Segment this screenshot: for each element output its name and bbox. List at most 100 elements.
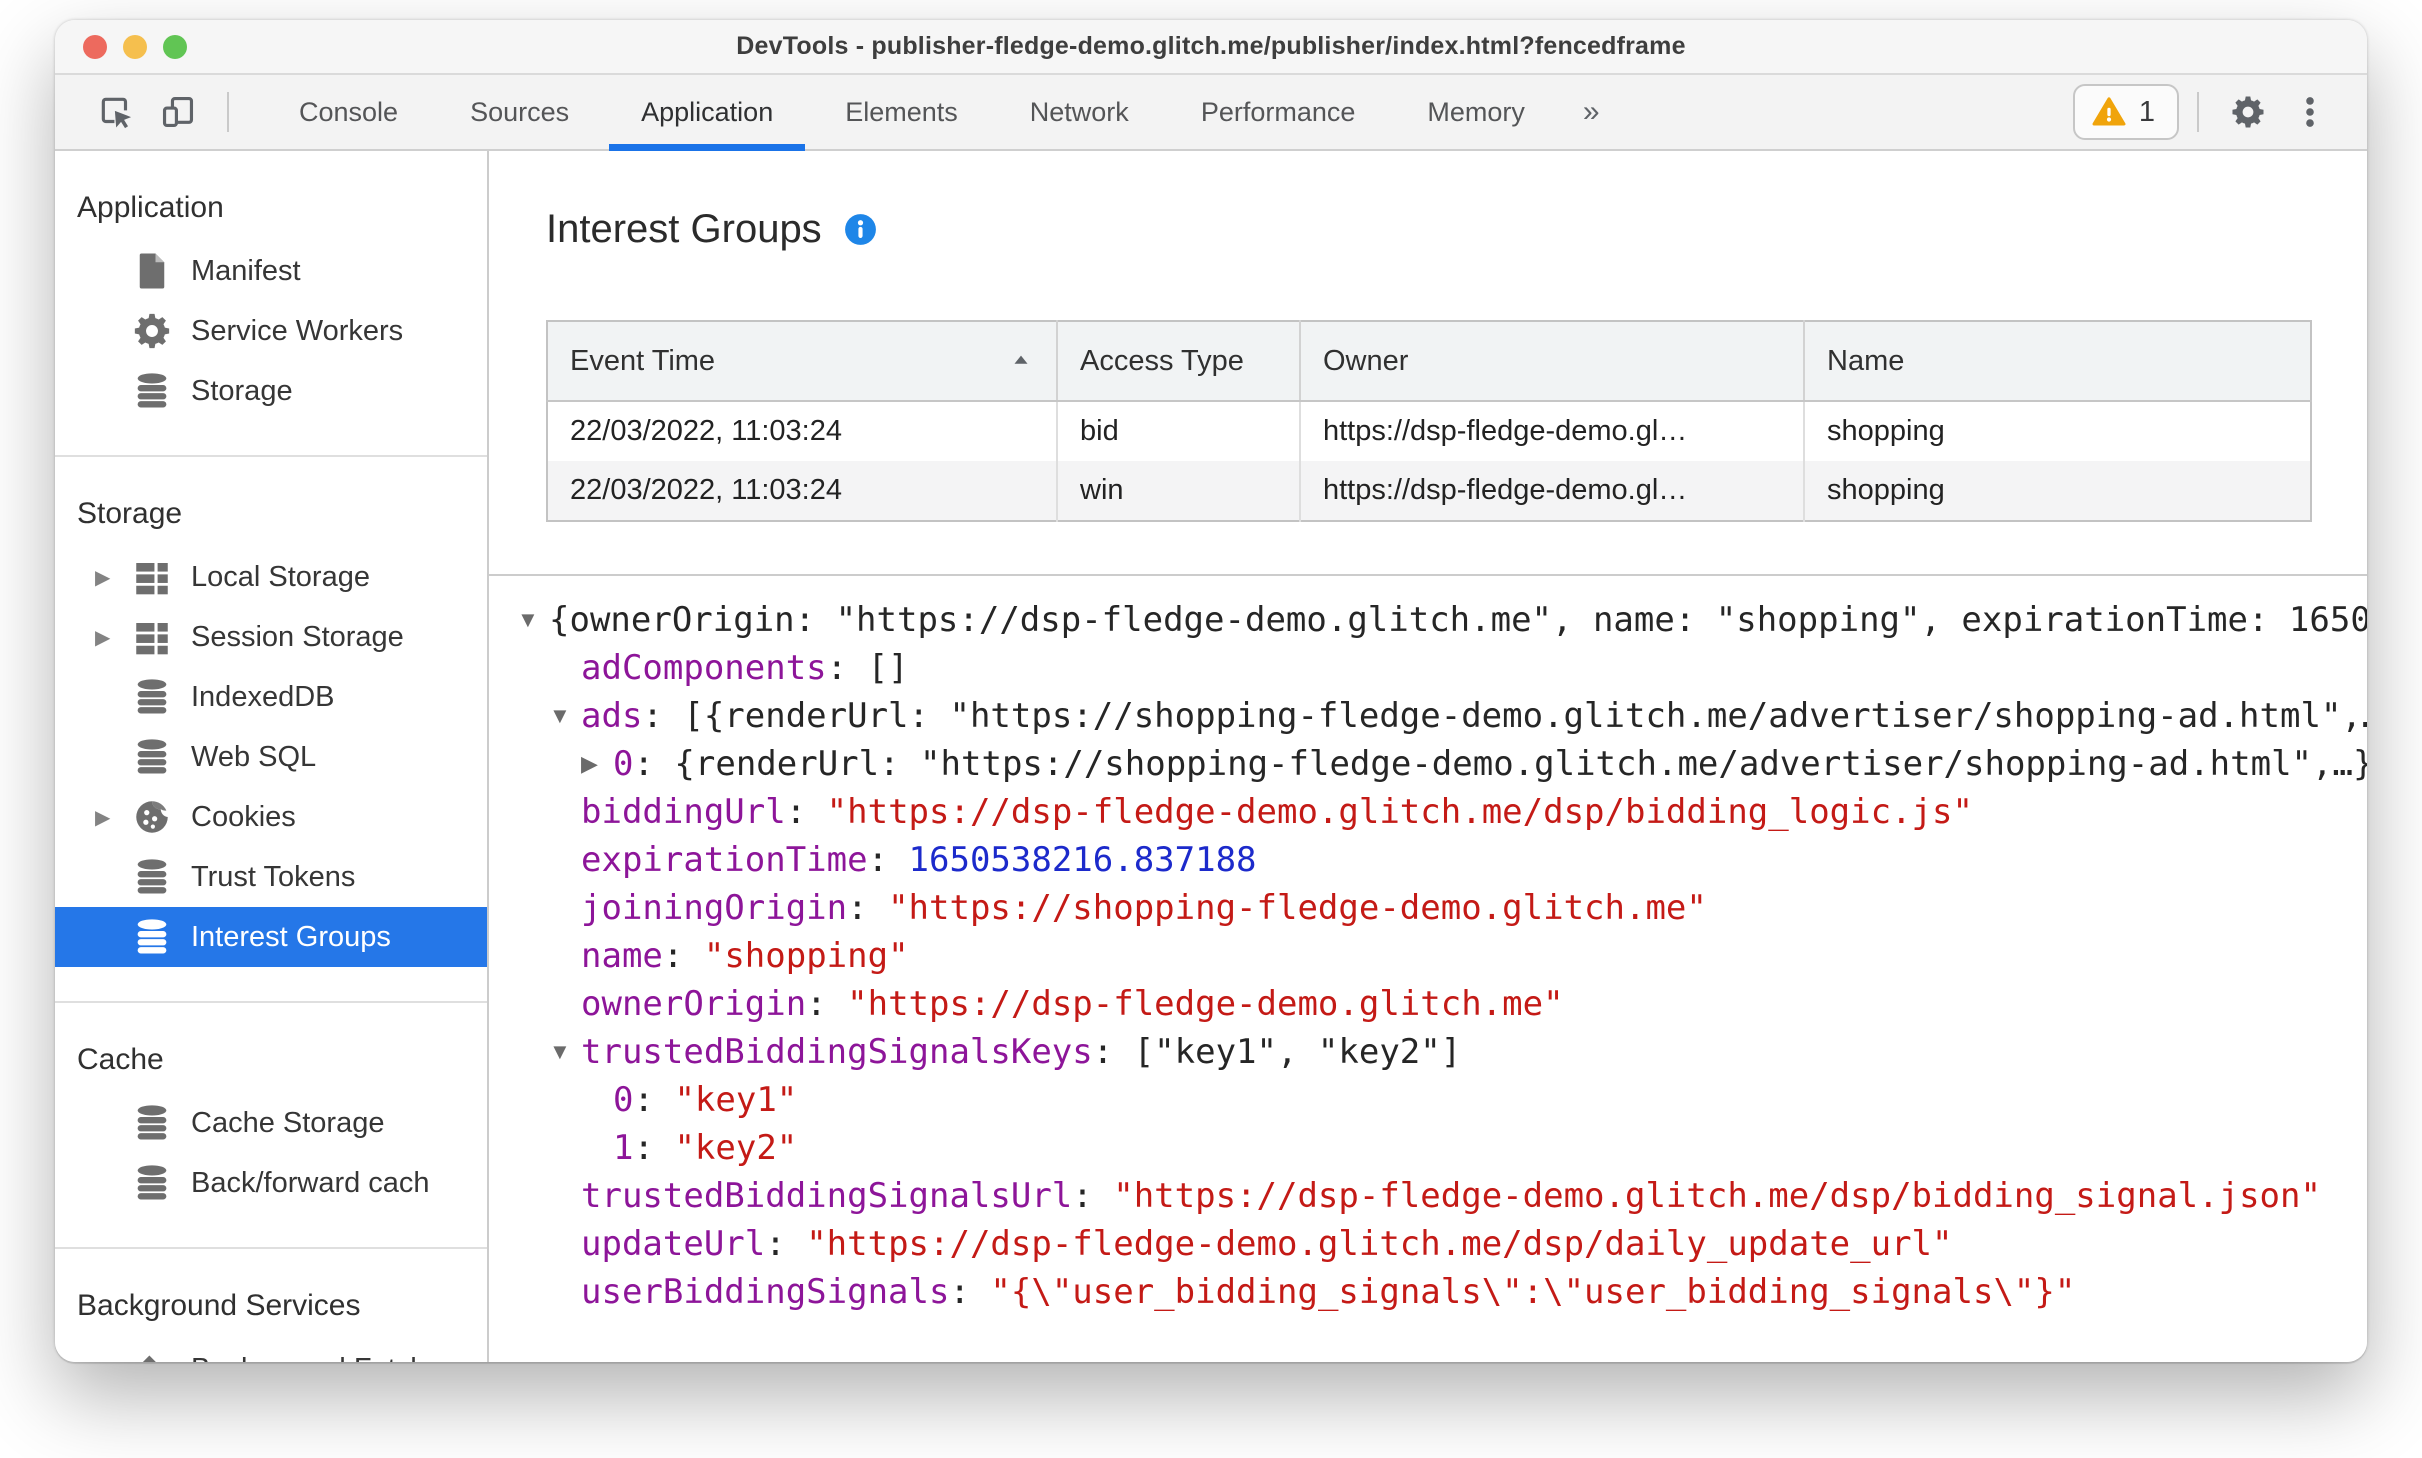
main-panel: Interest Groups Event Time Access Type Own… (489, 151, 2367, 1362)
tree-row[interactable]: 0: "key1" (489, 1076, 2367, 1124)
tree-row[interactable]: name: "shopping" (489, 932, 2367, 980)
tab-performance[interactable]: Performance (1165, 75, 1392, 149)
sidebar-item-interest-groups[interactable]: Interest Groups (55, 907, 487, 967)
column-header-owner[interactable]: Owner (1300, 321, 1805, 402)
sidebar-item-session-storage[interactable]: ▶ Session Storage (55, 607, 487, 667)
sort-ascending-icon (1008, 348, 1034, 374)
toolbar-separator (2197, 92, 2199, 132)
zoom-button[interactable] (163, 34, 187, 59)
minimize-button[interactable] (123, 34, 147, 59)
sidebar-item-indexeddb[interactable]: IndexedDB (55, 667, 487, 727)
column-header-event-time[interactable]: Event Time (547, 321, 1058, 402)
tree-row[interactable]: trustedBiddingSignalsUrl: "https://dsp-f… (489, 1172, 2367, 1220)
sidebar-section-header: Application (77, 191, 224, 224)
inspect-element-button[interactable] (85, 75, 147, 149)
column-header-access-type[interactable]: Access Type (1057, 321, 1301, 402)
tab-network[interactable]: Network (994, 75, 1165, 149)
file-icon (131, 250, 173, 292)
sidebar-section-application: Application Manifest Service Workers Storag… (55, 151, 487, 457)
tree-row[interactable]: ▶ 0: {renderUrl: "https://shopping-fledge… (489, 740, 2367, 788)
interest-group-json-tree: ▼ {ownerOrigin: "https://dsp-fledge-demo.… (489, 576, 2367, 1316)
sidebar-item-cache-storage[interactable]: Cache Storage (55, 1093, 487, 1153)
column-header-label: Access Type (1080, 344, 1244, 377)
triangle-right-icon[interactable]: ▶ (581, 751, 613, 777)
chevron-right-icon[interactable]: ▶ (95, 565, 131, 590)
tree-segment-plain: : {renderUrl: "https://shopping-fledge-d… (633, 744, 2367, 784)
tree-row[interactable]: userBiddingSignals: "{\"user_bidding_sig… (489, 1268, 2367, 1316)
devtools-toolbar: Console Sources Application Elements Network… (55, 75, 2367, 151)
tab-elements[interactable]: Elements (809, 75, 994, 149)
tree-row[interactable]: expirationTime: 1650538216.837188 (489, 836, 2367, 884)
triangle-down-icon[interactable]: ▼ (517, 607, 549, 633)
tree-segment-plain: : (633, 1128, 675, 1168)
sidebar-item-label: Interest Groups (191, 920, 391, 953)
tree-row[interactable]: ownerOrigin: "https://dsp-fledge-demo.gl… (489, 980, 2367, 1028)
table-row[interactable]: 22/03/2022, 11:03:24 win https://dsp-fledg… (547, 461, 2311, 521)
tab-sources[interactable]: Sources (434, 75, 605, 149)
tree-row[interactable]: biddingUrl: "https://dsp-fledge-demo.gli… (489, 788, 2367, 836)
kebab-menu-icon (2291, 93, 2329, 131)
settings-button[interactable] (2217, 93, 2279, 131)
sidebar-item-web-sql[interactable]: Web SQL (55, 727, 487, 787)
info-icon[interactable] (842, 211, 879, 248)
tree-row[interactable]: adComponents: [] (489, 644, 2367, 692)
database-icon (131, 736, 173, 778)
close-button[interactable] (83, 34, 107, 59)
gear-icon (2229, 93, 2267, 131)
table-cell: https://dsp-fledge-demo.gl… (1300, 401, 1805, 461)
devtools-window: DevTools - publisher-fledge-demo.glitch.… (55, 20, 2367, 1362)
tree-row[interactable]: ▼ trustedBiddingSignalsKeys: ["key1", "ke… (489, 1028, 2367, 1076)
sidebar-item-local-storage[interactable]: ▶ Local Storage (55, 547, 487, 607)
chevron-right-icon[interactable]: ▶ (95, 805, 131, 830)
more-tabs-button[interactable]: » (1561, 75, 1622, 149)
table-cell: 22/03/2022, 11:03:24 (547, 401, 1058, 461)
tree-row[interactable]: joiningOrigin: "https://shopping-fledge-… (489, 884, 2367, 932)
chevron-right-icon[interactable]: ▶ (95, 625, 131, 650)
tree-segment-plain: : (949, 1272, 991, 1312)
tree-segment-key: ownerOrigin (581, 984, 807, 1024)
sidebar-item-back-forward-cach[interactable]: Back/forward cach (55, 1153, 487, 1213)
triangle-down-icon[interactable]: ▼ (549, 1039, 581, 1065)
tab-application[interactable]: Application (605, 75, 809, 151)
tree-segment-key: updateUrl (581, 1224, 766, 1264)
column-header-name[interactable]: Name (1804, 321, 2311, 402)
sidebar-item-label: Background Fetch (191, 1353, 426, 1363)
tree-segment-plain: : [{renderUrl: "https://shopping-fledge-… (642, 696, 2367, 736)
table-header-row: Event Time Access Type Owner Name (547, 321, 2311, 402)
tab-console[interactable]: Console (263, 75, 434, 149)
tree-segment-plain: : (867, 840, 909, 880)
interest-groups-table: Event Time Access Type Owner Name 22/03/202… (546, 320, 2312, 522)
table-row[interactable]: 22/03/2022, 11:03:24 bid https://dsp-fledg… (547, 401, 2311, 461)
tree-segment-plain: : (633, 1080, 675, 1120)
inspect-cursor-icon (97, 93, 135, 131)
chevron-double-right-icon: » (1582, 95, 1600, 128)
gear-icon (131, 310, 173, 352)
triangle-down-icon[interactable]: ▼ (549, 703, 581, 729)
sidebar-item-service-workers[interactable]: Service Workers (55, 301, 487, 361)
tree-segment-string: "key1" (674, 1080, 798, 1120)
table-cell: bid (1057, 401, 1301, 461)
table-cell: 22/03/2022, 11:03:24 (547, 461, 1058, 521)
database-icon (131, 1102, 173, 1144)
tree-row[interactable]: ▼ {ownerOrigin: "https://dsp-fledge-demo.… (489, 596, 2367, 644)
tree-segment-key: joiningOrigin (581, 888, 848, 928)
sidebar-item-label: Service Workers (191, 314, 404, 347)
sidebar-item-storage[interactable]: Storage (55, 361, 487, 421)
tree-segment-key: name (581, 936, 663, 976)
sidebar-item-manifest[interactable]: Manifest (55, 241, 487, 301)
tree-row[interactable]: updateUrl: "https://dsp-fledge-demo.glit… (489, 1220, 2367, 1268)
tree-segment-key: 0 (613, 1080, 634, 1120)
sidebar-item-cookies[interactable]: ▶ Cookies (55, 787, 487, 847)
tree-row[interactable]: ▼ ads: [{renderUrl: "https://shopping-fle… (489, 692, 2367, 740)
tree-row[interactable]: 1: "key2" (489, 1124, 2367, 1172)
tree-segment-string: "key2" (674, 1128, 798, 1168)
device-toolbar-button[interactable] (147, 75, 209, 149)
tab-memory[interactable]: Memory (1391, 75, 1561, 149)
sidebar-item-trust-tokens[interactable]: Trust Tokens (55, 847, 487, 907)
sidebar-item-background-fetch[interactable]: Background Fetch (55, 1339, 487, 1362)
issues-badge[interactable]: 1 (2072, 84, 2179, 140)
kebab-menu-button[interactable] (2279, 93, 2341, 131)
tree-segment-plain: : (1072, 1176, 1114, 1216)
page-title: Interest Groups (546, 207, 822, 251)
tree-segment-string: "https://dsp-fledge-demo.glitch.me/dsp/b… (826, 792, 1973, 832)
